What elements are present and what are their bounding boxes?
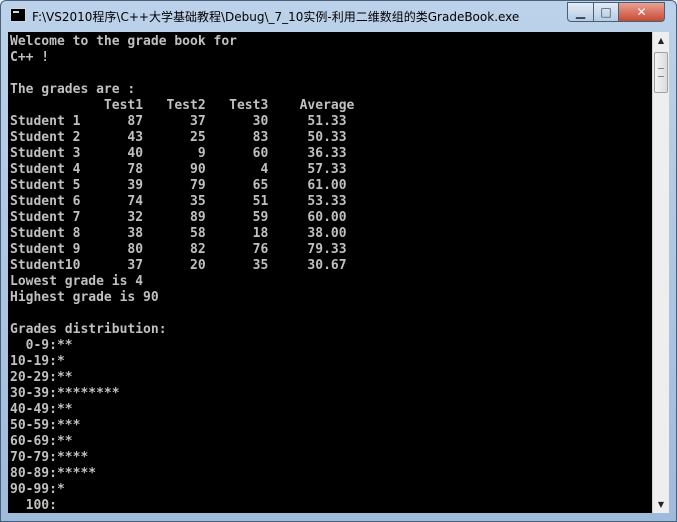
title-bar[interactable]: F:\VS2010程序\C++大学基础教程\Debug\_7_10实例-利用二维… bbox=[1, 1, 676, 32]
minimize-button[interactable]: ▁ bbox=[567, 2, 594, 22]
console-line: 30-39:******** bbox=[10, 386, 120, 401]
console-line: 10-19:* bbox=[10, 354, 65, 369]
console-line: Student 4 78 90 4 57.33 bbox=[10, 162, 347, 177]
console-line: 100: bbox=[10, 498, 57, 513]
console-line: 60-69:** bbox=[10, 434, 73, 449]
maximize-button[interactable]: □ bbox=[593, 2, 619, 22]
console-line: 20-29:** bbox=[10, 370, 73, 385]
scroll-down-arrow-icon[interactable]: ▼ bbox=[653, 496, 669, 513]
vertical-scrollbar[interactable]: ▲ ▼ bbox=[652, 32, 669, 513]
console-line: Grades distribution: bbox=[10, 322, 167, 337]
console-line: 50-59:*** bbox=[10, 418, 81, 433]
close-button[interactable]: ✕ bbox=[618, 2, 665, 22]
console-line: 90-99:* bbox=[10, 482, 65, 497]
console-line: Test1 Test2 Test3 Average bbox=[10, 98, 355, 113]
console-text: Welcome to the grade book for C++ ! The … bbox=[8, 32, 652, 513]
console-line: Student 8 38 58 18 38.00 bbox=[10, 226, 347, 241]
console-line: Highest grade is 90 bbox=[10, 290, 159, 305]
console-line: Student 5 39 79 65 61.00 bbox=[10, 178, 347, 193]
console-line: The grades are : bbox=[10, 82, 136, 97]
console-line: C++ ! bbox=[10, 50, 50, 65]
console-line: Student 3 40 9 60 36.33 bbox=[10, 146, 347, 161]
scrollbar-thumb[interactable] bbox=[654, 52, 668, 93]
console-line: Student 1 87 37 30 51.33 bbox=[10, 114, 347, 129]
console-line: Welcome to the grade book for bbox=[10, 34, 237, 49]
console-line: Student10 37 20 35 30.67 bbox=[10, 258, 347, 273]
console-line: Student 6 74 35 51 53.33 bbox=[10, 194, 347, 209]
console-line: 40-49:** bbox=[10, 402, 73, 417]
scroll-up-arrow-icon[interactable]: ▲ bbox=[653, 32, 669, 49]
console-line: Student 2 43 25 83 50.33 bbox=[10, 130, 347, 145]
console-line: Student 7 32 89 59 60.00 bbox=[10, 210, 347, 225]
console-app-icon[interactable] bbox=[10, 8, 26, 22]
console-output-area[interactable]: Welcome to the grade book for C++ ! The … bbox=[8, 32, 652, 513]
console-line: 0-9:** bbox=[10, 338, 73, 353]
console-window: F:\VS2010程序\C++大学基础教程\Debug\_7_10实例-利用二维… bbox=[0, 0, 677, 522]
console-line: 70-79:**** bbox=[10, 450, 89, 465]
console-line: Lowest grade is 4 bbox=[10, 274, 144, 289]
window-title: F:\VS2010程序\C++大学基础教程\Debug\_7_10实例-利用二维… bbox=[32, 10, 520, 24]
console-line: Student 9 80 82 76 79.33 bbox=[10, 242, 347, 257]
console-line: 80-89:***** bbox=[10, 466, 97, 481]
